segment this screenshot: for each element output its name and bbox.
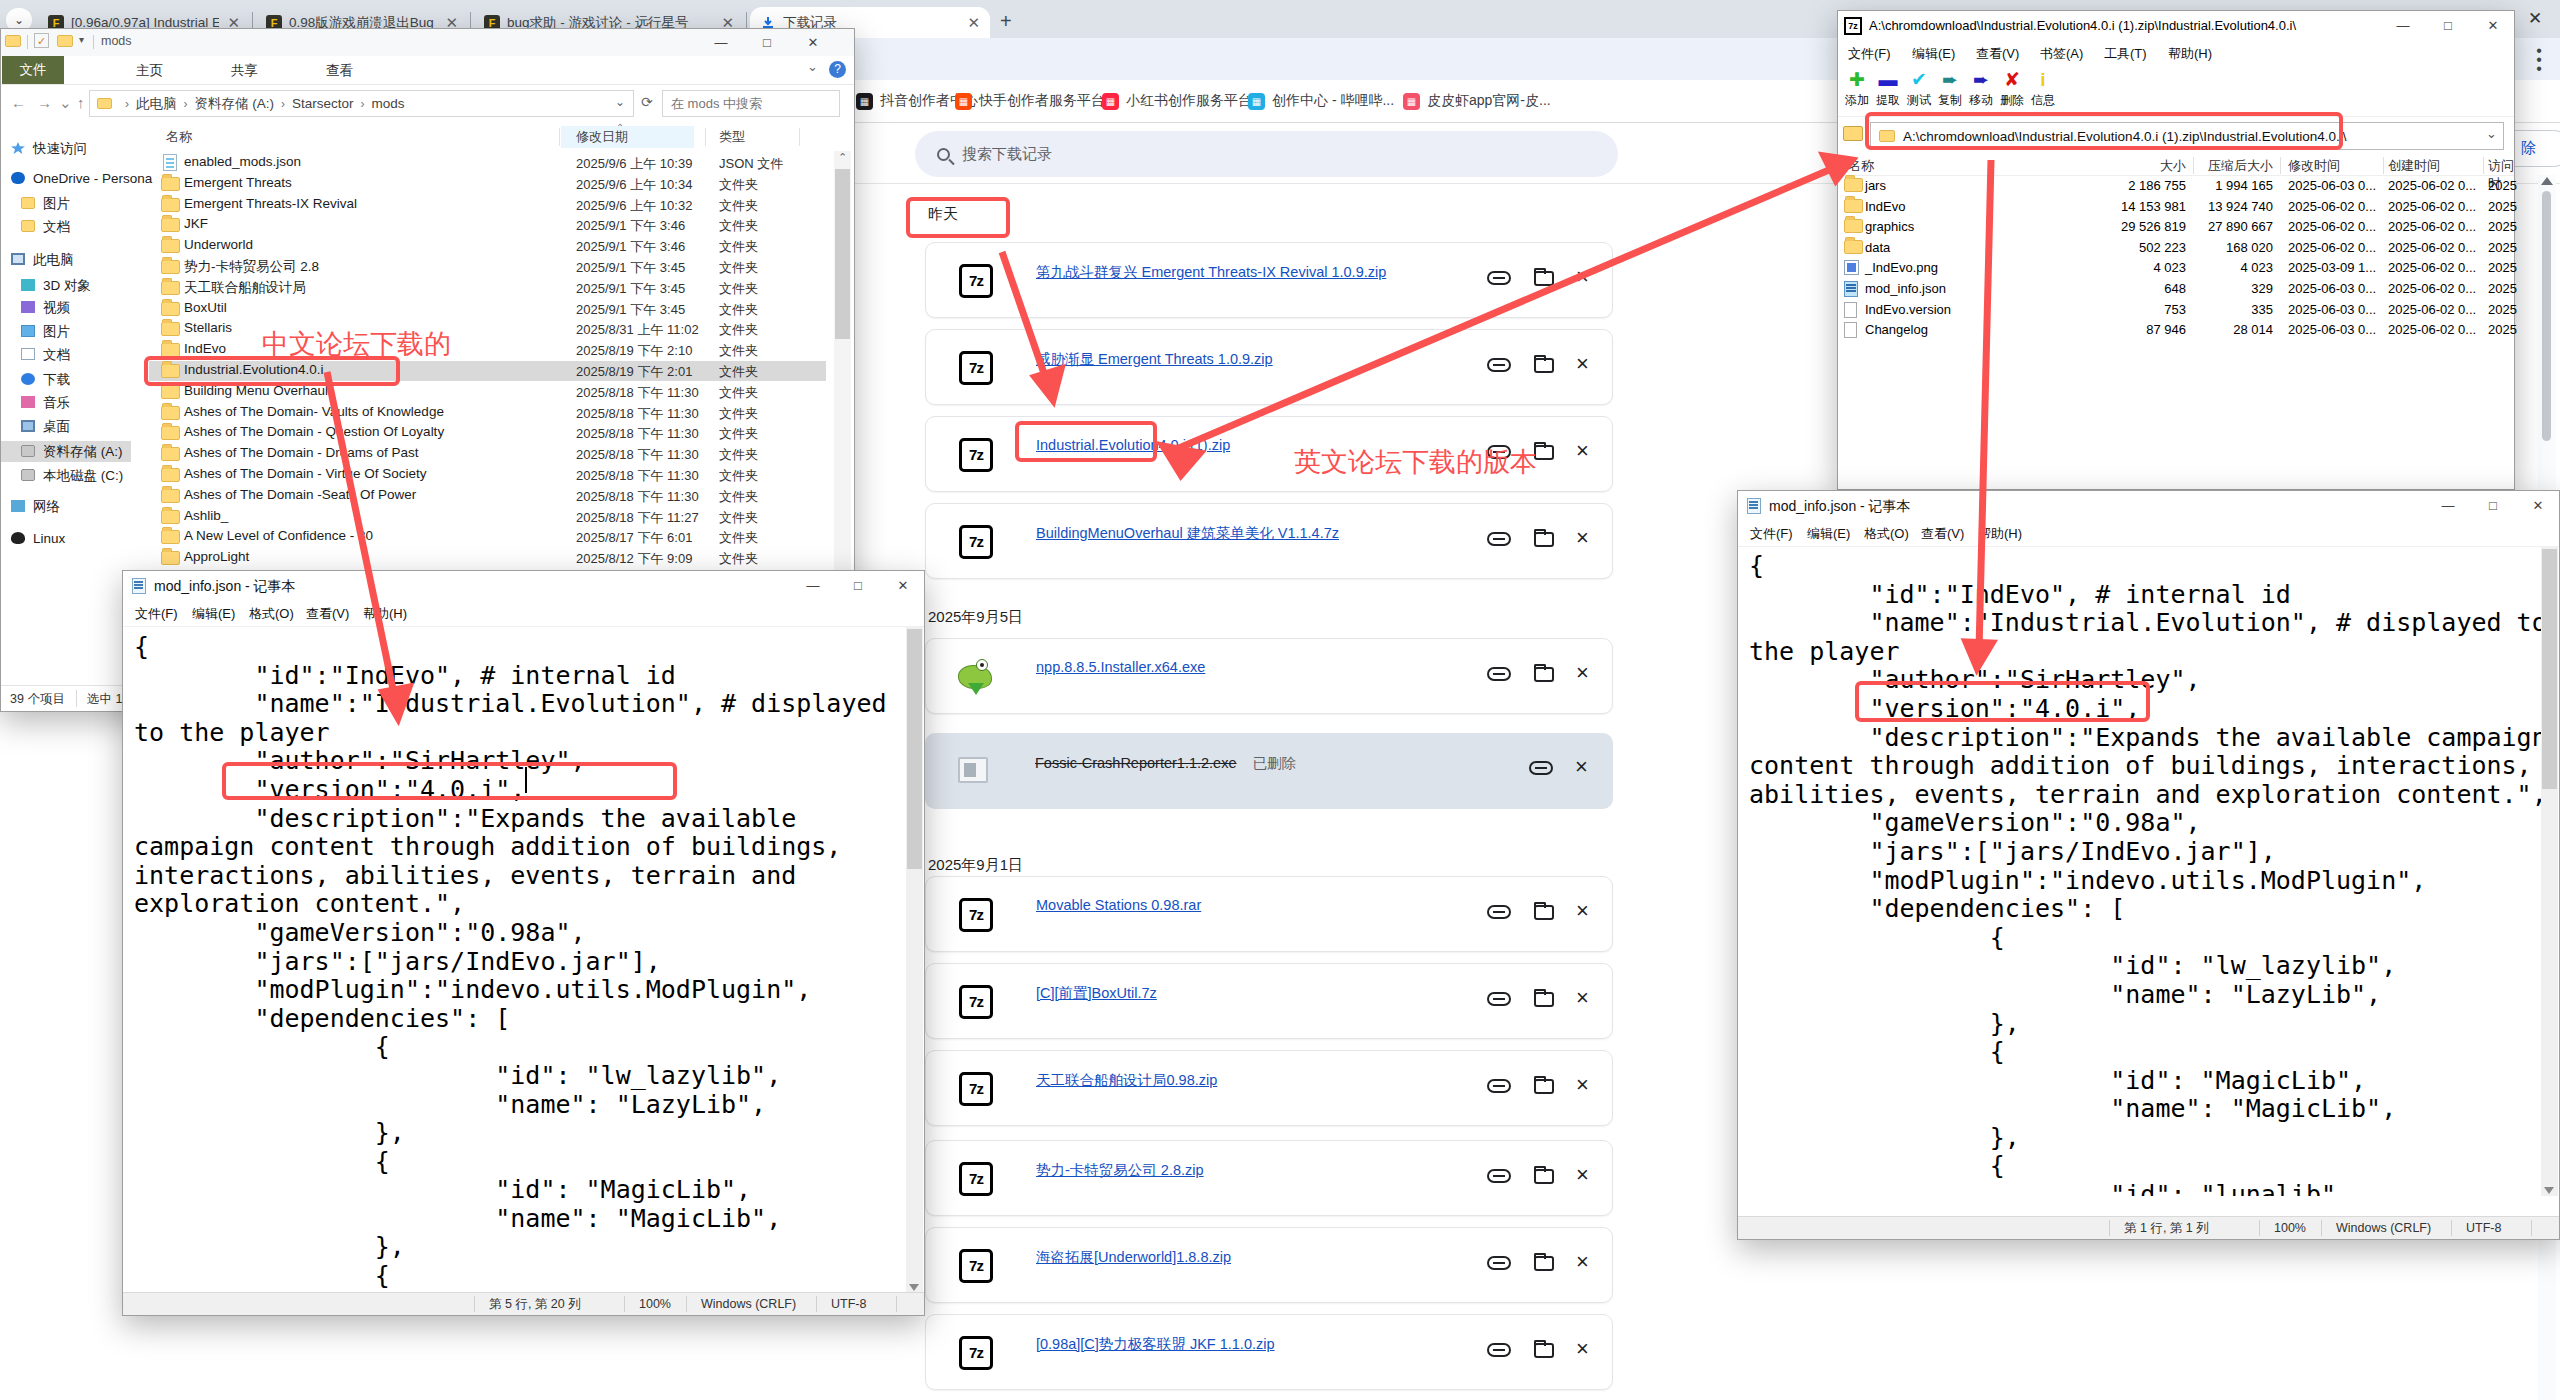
annotation-box-yesterday bbox=[906, 197, 1010, 238]
annotation-box-download-link bbox=[1015, 421, 1157, 462]
annotation-label-en-forum: 英文论坛下载的版本 bbox=[1294, 444, 1537, 480]
annotation-label-cn-forum: 中文论坛下载的 bbox=[262, 326, 451, 362]
annotation-arrows bbox=[0, 0, 2560, 1400]
annotation-box-version-left bbox=[222, 762, 677, 800]
annotation-box-address-bar bbox=[1865, 112, 2343, 150]
annotation-box-version-right bbox=[1855, 681, 2150, 722]
